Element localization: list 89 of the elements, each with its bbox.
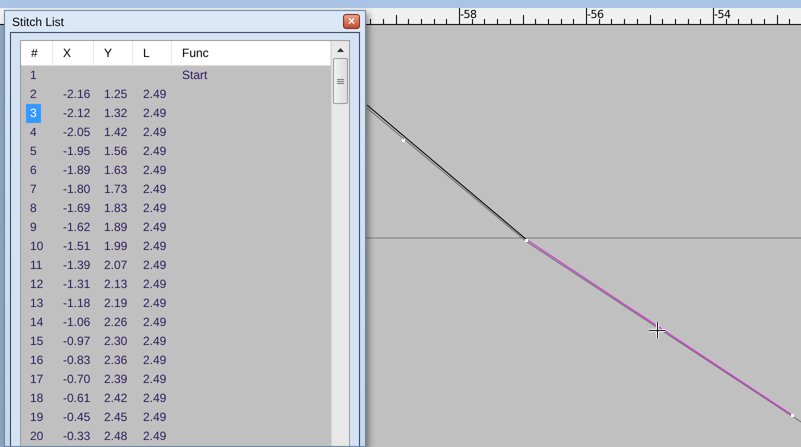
row-number[interactable]: 1: [26, 66, 41, 85]
table-cell: -1.31: [63, 277, 90, 291]
table-cell: 2.49: [143, 410, 166, 424]
row-number[interactable]: 5: [26, 142, 41, 161]
row-number[interactable]: 19: [26, 408, 48, 427]
table-cell: 2.49: [143, 391, 166, 405]
table-cell: 2.49: [143, 87, 166, 101]
table-cell: 2.49: [143, 201, 166, 215]
row-number[interactable]: 17: [26, 370, 48, 389]
row-number[interactable]: 14: [26, 313, 48, 332]
table-cell: 1.56: [104, 144, 128, 158]
table-cell: -1.51: [63, 239, 90, 253]
row-number[interactable]: 7: [26, 180, 41, 199]
table-cell: -0.61: [63, 391, 90, 405]
table-cell: 2.07: [104, 258, 128, 272]
table-cell: 2.49: [143, 220, 166, 234]
table-cell: 2.49: [143, 106, 166, 120]
row-number[interactable]: 11: [26, 256, 46, 275]
table-cell: 2.49: [143, 258, 166, 272]
table-cell: 1.32: [104, 106, 128, 120]
row-number[interactable]: 18: [26, 389, 48, 408]
table-cell: -1.80: [63, 182, 90, 196]
table-cell: -0.33: [63, 429, 90, 443]
row-number[interactable]: 10: [26, 237, 48, 256]
table-cell: 2.49: [143, 144, 166, 158]
table-cell: -1.06: [63, 315, 90, 329]
scroll-thumb[interactable]: [333, 58, 348, 104]
table-cell: -1.39: [63, 258, 90, 272]
table-cell: 2.49: [143, 372, 166, 386]
dialog-title: Stitch List: [12, 14, 64, 28]
table-cell: 2.19: [104, 296, 128, 310]
row-number[interactable]: 4: [26, 123, 41, 142]
table-cell: 2.49: [143, 239, 166, 253]
table-cell: -0.45: [63, 410, 90, 424]
table-cell: 1.83: [104, 201, 128, 215]
table-cell: -0.70: [63, 372, 90, 386]
table-cell: -0.83: [63, 353, 90, 367]
table-cell: 2.13: [104, 277, 128, 291]
table-cell: 1.63: [104, 163, 128, 177]
table-cell: 2.49: [143, 315, 166, 329]
crosshair-cursor-icon: [648, 320, 666, 340]
table-cell: 2.49: [143, 334, 166, 348]
table-cell: 1.42: [104, 125, 128, 139]
row-number[interactable]: 8: [26, 199, 41, 218]
table-cell: 2.49: [143, 125, 166, 139]
column-header[interactable]: #: [21, 41, 53, 65]
table-cell: -1.69: [63, 201, 90, 215]
column-header[interactable]: L: [133, 41, 172, 65]
table-cell: 2.26: [104, 315, 128, 329]
row-number[interactable]: 16: [26, 351, 48, 370]
table-cell: -1.62: [63, 220, 90, 234]
table-cell: 1.89: [104, 220, 128, 234]
table-cell: Start: [182, 68, 208, 82]
table-cell: 2.48: [104, 429, 128, 443]
column-header[interactable]: Y: [94, 41, 133, 65]
row-number[interactable]: 2: [26, 85, 41, 104]
table-cell: 1.25: [104, 87, 128, 101]
table-cell: -0.97: [63, 334, 90, 348]
table-cell: -2.05: [63, 125, 90, 139]
ruler-label: -54: [714, 8, 730, 21]
table-cell: -2.16: [63, 87, 90, 101]
table-cell: 2.30: [104, 334, 128, 348]
row-number[interactable]: 13: [26, 294, 48, 313]
table-cell: 2.49: [143, 163, 166, 177]
row-number[interactable]: 12: [26, 275, 48, 294]
ruler-label: -58: [460, 8, 476, 21]
row-number[interactable]: 9: [26, 218, 41, 237]
scroll-up-icon[interactable]: [337, 48, 344, 52]
table-cell: 2.42: [104, 391, 128, 405]
row-number[interactable]: 15: [26, 332, 48, 351]
table-cell: 1.73: [104, 182, 128, 196]
scrollbar[interactable]: [331, 41, 349, 446]
table-cell: -1.95: [63, 144, 90, 158]
row-number[interactable]: 6: [26, 161, 41, 180]
ruler-label: -56: [587, 8, 604, 21]
table-cell: 2.49: [143, 353, 166, 367]
table-cell: -2.12: [63, 106, 90, 120]
table-cell: 2.45: [104, 410, 128, 424]
row-number[interactable]: 20: [26, 427, 48, 446]
table-cell: 2.49: [143, 182, 166, 196]
table-cell: 2.49: [143, 429, 166, 443]
table-cell: 2.36: [104, 353, 128, 367]
table-cell: -1.18: [63, 296, 90, 310]
table-cell: 2.39: [104, 372, 128, 386]
table-cell: 2.49: [143, 296, 166, 310]
column-header[interactable]: X: [53, 41, 94, 65]
table-cell: -1.89: [63, 163, 90, 177]
table-cell: 1.99: [104, 239, 128, 253]
table-cell: 2.49: [143, 277, 166, 291]
